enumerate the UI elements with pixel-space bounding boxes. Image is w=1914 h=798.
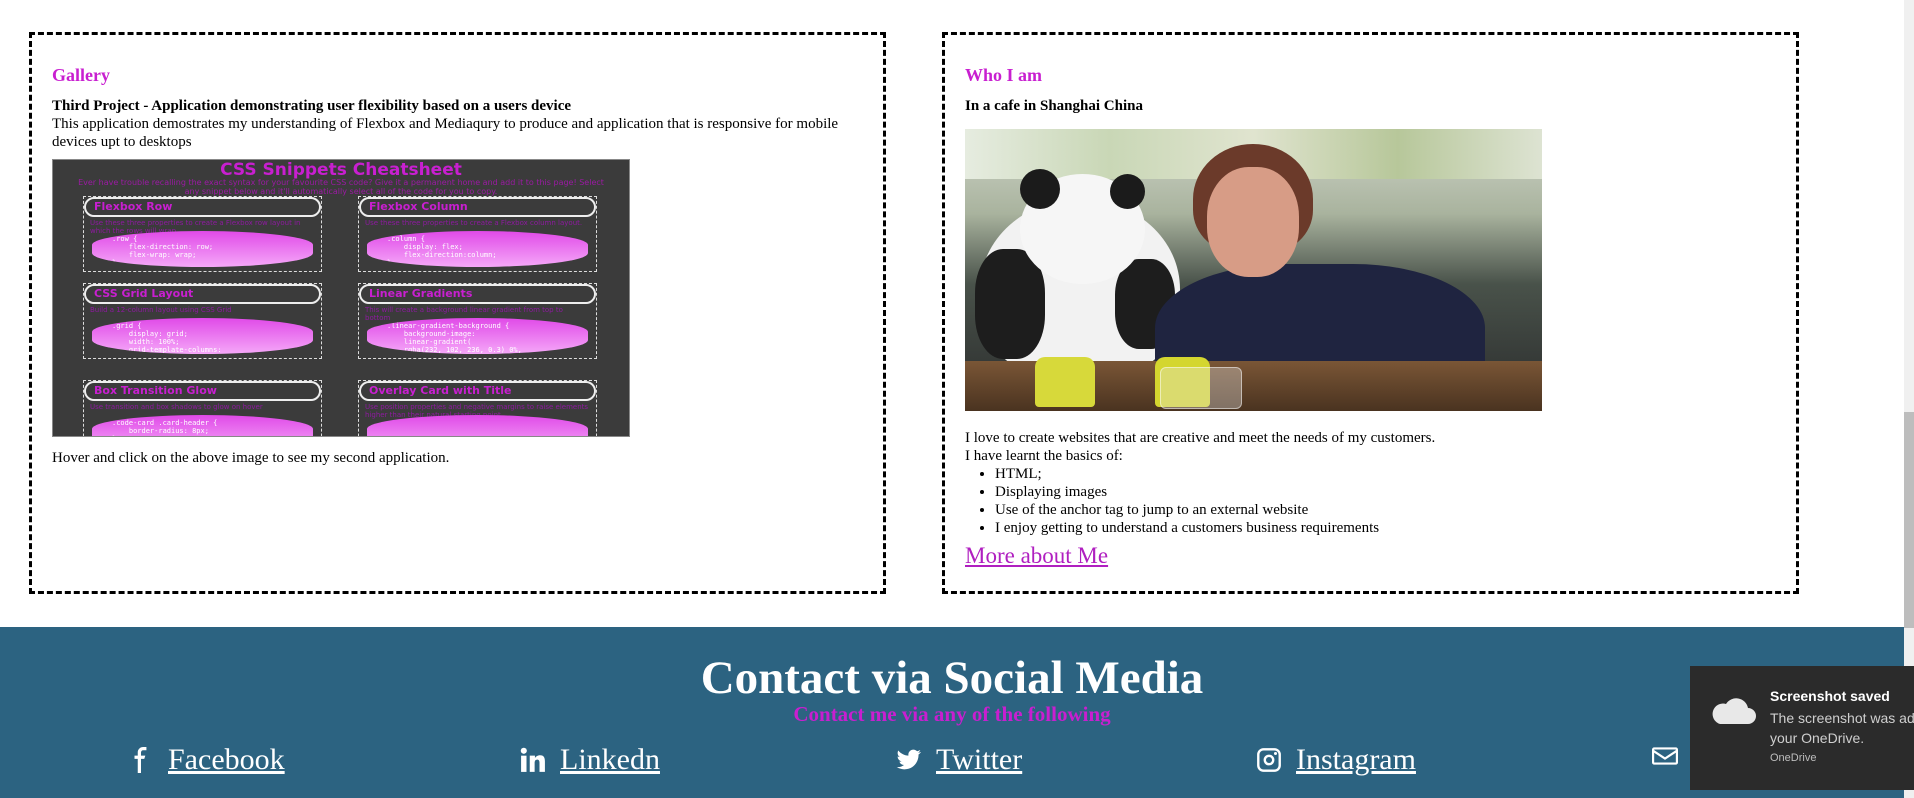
cheatsheet-box-code: .linear-gradient-background { background… <box>367 318 588 354</box>
gallery-title: Gallery <box>52 65 110 85</box>
cheatsheet-box-desc: Build a 12-column layout using CSS Grid <box>90 306 232 314</box>
cheatsheet-box-code <box>367 415 588 436</box>
cheatsheet-box: Flexbox Column Use these three propertie… <box>358 196 597 272</box>
project-title: Third Project - Application demonstratin… <box>52 98 572 114</box>
about-intro: I have learnt the basics of: <box>965 448 1123 464</box>
scrollbar-thumb[interactable] <box>1904 412 1914 628</box>
cheatsheet-box-label: CSS Grid Layout <box>84 284 321 304</box>
instagram-link[interactable]: Instagram <box>1296 743 1416 777</box>
cheatsheet-box-code: .code-card .card-header { border-radius:… <box>92 415 313 436</box>
cheatsheet-box-label: Box Transition Glow <box>84 381 321 401</box>
toast-body: The screenshot was added to your OneDriv… <box>1770 710 1914 746</box>
instagram-icon <box>1257 748 1281 772</box>
cheatsheet-box: Overlay Card with Title Use position pro… <box>358 380 597 436</box>
linkedin-icon <box>520 747 545 772</box>
cheatsheet-box-label: Overlay Card with Title <box>359 381 596 401</box>
social-facebook[interactable]: Facebook <box>128 743 285 777</box>
footer-subtitle: Contact me via any of the following <box>793 702 1111 726</box>
cheatsheet-box-label: Linear Gradients <box>359 284 596 304</box>
twitter-icon <box>896 749 922 770</box>
about-text: I love to create websites that are creat… <box>965 430 1436 446</box>
skills-list: HTML; Displaying images Use of the ancho… <box>965 465 1776 537</box>
cloud-icon <box>1712 698 1756 724</box>
toast-title: Screenshot saved <box>1770 688 1890 704</box>
cheatsheet-box: Box Transition Glow Use transition and b… <box>83 380 322 436</box>
whoami-subtitle: In a cafe in Shanghai China <box>965 98 1143 114</box>
linkedin-link[interactable]: Linkedn <box>560 743 660 777</box>
footer-title: Contact via Social Media <box>700 652 1204 704</box>
project-description: This application demostrates my understa… <box>52 116 839 150</box>
cheatsheet-box-code: .row { flex-direction: row; flex-wrap: w… <box>92 231 313 267</box>
cheatsheet-box-desc: Use transition and box shadows to glow o… <box>90 403 263 411</box>
toast-app-name: OneDrive <box>1770 752 1817 764</box>
twitter-link[interactable]: Twitter <box>936 743 1022 777</box>
social-twitter[interactable]: Twitter <box>896 743 1022 777</box>
cheatsheet-box: Linear Gradients This will create a back… <box>358 283 597 359</box>
skill-item: HTML; <box>995 465 1776 483</box>
gallery-note: Hover and click on the above image to se… <box>52 450 450 466</box>
cheatsheet-box: Flexbox Row Use these three properties t… <box>83 196 322 272</box>
cafe-photo <box>965 129 1542 411</box>
cheatsheet-image-link[interactable]: CSS Snippets Cheatsheet Ever have troubl… <box>52 159 630 437</box>
social-email[interactable] <box>1652 743 1692 769</box>
cheatsheet-box-code: .grid { display: grid; width: 100%; grid… <box>92 318 313 354</box>
social-linkedin[interactable]: Linkedn <box>520 743 660 777</box>
more-about-me-link[interactable]: More about Me <box>965 543 1108 569</box>
cheatsheet-box-label: Flexbox Row <box>84 197 321 217</box>
social-instagram[interactable]: Instagram <box>1256 743 1416 777</box>
screenshot-saved-toast[interactable]: Screenshot saved The screenshot was adde… <box>1690 666 1914 790</box>
facebook-icon <box>134 747 147 773</box>
whoami-title: Who I am <box>965 65 1043 85</box>
cheatsheet-subtitle: Ever have trouble recalling the exact sy… <box>78 178 604 196</box>
skill-item: Use of the anchor tag to jump to an exte… <box>995 501 1776 519</box>
envelope-icon <box>1652 747 1678 765</box>
cheatsheet-box: CSS Grid Layout Build a 12-column layout… <box>83 283 322 359</box>
skill-item: I enjoy getting to understand a customer… <box>995 519 1776 537</box>
facebook-link[interactable]: Facebook <box>168 743 285 777</box>
whoami-card: Who I am In a cafe in Shanghai China I l… <box>942 32 1799 594</box>
cheatsheet-box-code: .column { display: flex; flex-direction:… <box>367 231 588 267</box>
skill-item: Displaying images <box>995 483 1776 501</box>
cheatsheet-box-desc: Use these three properties to create a F… <box>365 219 583 227</box>
gallery-card: Gallery Third Project - Application demo… <box>29 32 886 594</box>
footer: Contact via Social Media Contact me via … <box>0 627 1904 798</box>
cheatsheet-title: CSS Snippets Cheatsheet <box>220 160 462 180</box>
cheatsheet-box-label: Flexbox Column <box>359 197 596 217</box>
